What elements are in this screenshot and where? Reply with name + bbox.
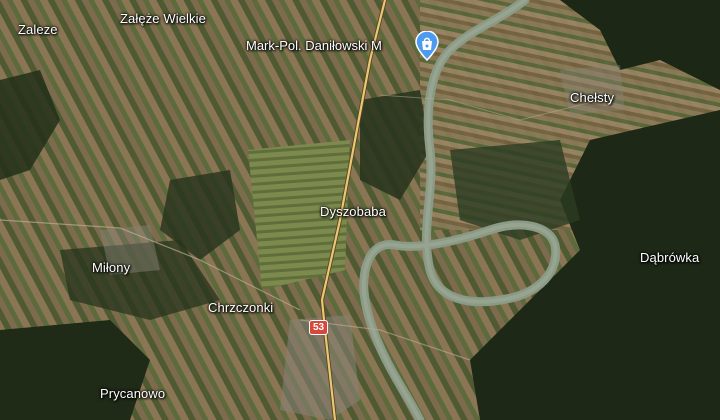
poi-marker[interactable] <box>414 30 440 62</box>
road-shield-53: 53 <box>309 320 329 335</box>
place-label-zaleze-wielkie[interactable]: Załęże Wielkie <box>120 11 206 26</box>
place-label-chelsty[interactable]: Chełsty <box>570 90 614 105</box>
place-label-zaleze[interactable]: Zaleze <box>18 22 58 37</box>
poi-label[interactable]: Mark-Pol. Daniłowski M <box>246 38 382 53</box>
shopping-bag-icon <box>415 30 439 62</box>
satellite-map[interactable]: Zaleze Załęże Wielkie Chełsty Dyszobaba … <box>0 0 720 420</box>
place-label-dyszobaba[interactable]: Dyszobaba <box>320 204 386 219</box>
place-label-prycanowo[interactable]: Prycanowo <box>100 386 165 401</box>
place-label-chrzczonki[interactable]: Chrzczonki <box>208 300 273 315</box>
place-label-dabrowka[interactable]: Dąbrówka <box>640 250 699 265</box>
place-label-milony[interactable]: Miłony <box>92 260 130 275</box>
